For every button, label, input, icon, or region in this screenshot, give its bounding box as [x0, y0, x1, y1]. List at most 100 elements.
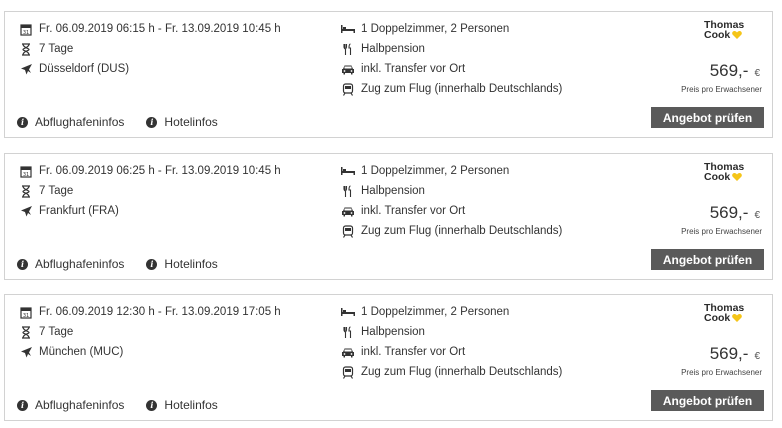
train-row: Zug zum Flug (innerhalb Deutschlands): [341, 364, 562, 380]
transfer-info: inkl. Transfer vor Ort: [361, 346, 466, 358]
hourglass-icon: [19, 42, 33, 56]
date-range: Fr. 06.09.2019 06:15 h - Fr. 13.09.2019 …: [39, 23, 281, 35]
board-type: Halbpension: [361, 43, 425, 55]
check-offer-button[interactable]: Angebot prüfen: [651, 107, 764, 128]
airplane-icon: [19, 62, 33, 76]
duration: 7 Tage: [39, 43, 74, 55]
hourglass-icon: [19, 184, 33, 198]
price: 569,- €: [710, 203, 760, 223]
price-currency: €: [754, 68, 760, 79]
offer-card: 31 Fr. 06.09.2019 06:15 h - Fr. 13.09.20…: [4, 11, 773, 138]
offer-card: 31 Fr. 06.09.2019 06:25 h - Fr. 13.09.20…: [4, 153, 773, 280]
duration-row: 7 Tage: [19, 183, 73, 199]
check-offer-button[interactable]: Angebot prüfen: [651, 390, 764, 411]
train-info: Zug zum Flug (innerhalb Deutschlands): [361, 366, 563, 378]
check-offer-button[interactable]: Angebot prüfen: [651, 249, 764, 270]
info-icon: i: [17, 399, 28, 411]
train-row: Zug zum Flug (innerhalb Deutschlands): [341, 81, 562, 97]
airport-row: Frankfurt (FRA): [19, 203, 119, 219]
board-type: Halbpension: [361, 185, 425, 197]
transfer-info: inkl. Transfer vor Ort: [361, 205, 466, 217]
info-icon: i: [146, 399, 158, 411]
departure-airport: Frankfurt (FRA): [39, 205, 119, 217]
price-note: Preis pro Erwachsener: [681, 85, 762, 94]
date-range-row: 31 Fr. 06.09.2019 12:30 h - Fr. 13.09.20…: [19, 304, 281, 320]
price-currency: €: [754, 351, 760, 362]
info-icon: i: [17, 258, 28, 270]
board-type: Halbpension: [361, 326, 425, 338]
duration-row: 7 Tage: [19, 324, 73, 340]
board-row: Halbpension: [341, 41, 425, 57]
duration-row: 7 Tage: [19, 41, 73, 57]
car-icon: [341, 204, 355, 218]
price-amount: 569,-: [709, 203, 749, 222]
board-row: Halbpension: [341, 183, 425, 199]
duration: 7 Tage: [39, 185, 74, 197]
airplane-icon: [19, 204, 33, 218]
train-icon: [341, 365, 355, 379]
hotel-info-link[interactable]: i Hotelinfos: [146, 115, 218, 129]
hourglass-icon: [19, 325, 33, 339]
cutlery-icon: [341, 184, 355, 198]
room-info: 1 Doppelzimmer, 2 Personen: [361, 165, 510, 177]
train-info: Zug zum Flug (innerhalb Deutschlands): [361, 225, 563, 237]
date-range-row: 31 Fr. 06.09.2019 06:25 h - Fr. 13.09.20…: [19, 163, 281, 179]
heart-icon: [732, 314, 743, 324]
thomas-cook-logo: Thomas Cook: [704, 302, 745, 324]
duration: 7 Tage: [39, 326, 74, 338]
svg-text:31: 31: [23, 172, 29, 178]
price-amount: 569,-: [709, 61, 749, 80]
price: 569,- €: [710, 344, 760, 364]
hotel-info-link[interactable]: i Hotelinfos: [146, 257, 218, 271]
calendar-icon: 31: [19, 164, 33, 178]
airport-row: Düsseldorf (DUS): [19, 61, 129, 77]
room-info: 1 Doppelzimmer, 2 Personen: [361, 23, 510, 35]
date-range: Fr. 06.09.2019 12:30 h - Fr. 13.09.2019 …: [39, 306, 281, 318]
transfer-row: inkl. Transfer vor Ort: [341, 344, 465, 360]
price-amount: 569,-: [709, 344, 749, 363]
heart-icon: [732, 31, 743, 41]
svg-text:31: 31: [23, 313, 29, 319]
date-range: Fr. 06.09.2019 06:25 h - Fr. 13.09.2019 …: [39, 165, 281, 177]
airport-info-link[interactable]: i Abflughafeninfos: [17, 115, 124, 129]
thomas-cook-logo: Thomas Cook: [704, 161, 745, 183]
car-icon: [341, 345, 355, 359]
departure-airport: Düsseldorf (DUS): [39, 63, 130, 75]
train-icon: [341, 82, 355, 96]
train-info: Zug zum Flug (innerhalb Deutschlands): [361, 83, 563, 95]
bed-icon: [341, 305, 355, 319]
hotel-info-link[interactable]: i Hotelinfos: [146, 398, 218, 412]
price-currency: €: [754, 210, 760, 221]
cutlery-icon: [341, 42, 355, 56]
transfer-info: inkl. Transfer vor Ort: [361, 63, 466, 75]
thomas-cook-logo: Thomas Cook: [704, 19, 745, 41]
airport-info-link[interactable]: i Abflughafeninfos: [17, 257, 124, 271]
price: 569,- €: [710, 61, 760, 81]
price-note: Preis pro Erwachsener: [681, 368, 762, 377]
info-icon: i: [146, 258, 158, 270]
room-row: 1 Doppelzimmer, 2 Personen: [341, 21, 509, 37]
info-icon: i: [17, 116, 28, 128]
offer-card: 31 Fr. 06.09.2019 12:30 h - Fr. 13.09.20…: [4, 294, 773, 421]
heart-icon: [732, 173, 743, 183]
departure-airport: München (MUC): [39, 346, 124, 358]
calendar-icon: 31: [19, 305, 33, 319]
transfer-row: inkl. Transfer vor Ort: [341, 203, 465, 219]
car-icon: [341, 62, 355, 76]
room-row: 1 Doppelzimmer, 2 Personen: [341, 163, 509, 179]
calendar-icon: 31: [19, 22, 33, 36]
bed-icon: [341, 22, 355, 36]
bed-icon: [341, 164, 355, 178]
transfer-row: inkl. Transfer vor Ort: [341, 61, 465, 77]
cutlery-icon: [341, 325, 355, 339]
airplane-icon: [19, 345, 33, 359]
svg-text:31: 31: [23, 30, 29, 36]
price-note: Preis pro Erwachsener: [681, 227, 762, 236]
airport-info-link[interactable]: i Abflughafeninfos: [17, 398, 124, 412]
train-icon: [341, 224, 355, 238]
date-range-row: 31 Fr. 06.09.2019 06:15 h - Fr. 13.09.20…: [19, 21, 281, 37]
board-row: Halbpension: [341, 324, 425, 340]
room-row: 1 Doppelzimmer, 2 Personen: [341, 304, 509, 320]
info-icon: i: [146, 116, 158, 128]
airport-row: München (MUC): [19, 344, 123, 360]
